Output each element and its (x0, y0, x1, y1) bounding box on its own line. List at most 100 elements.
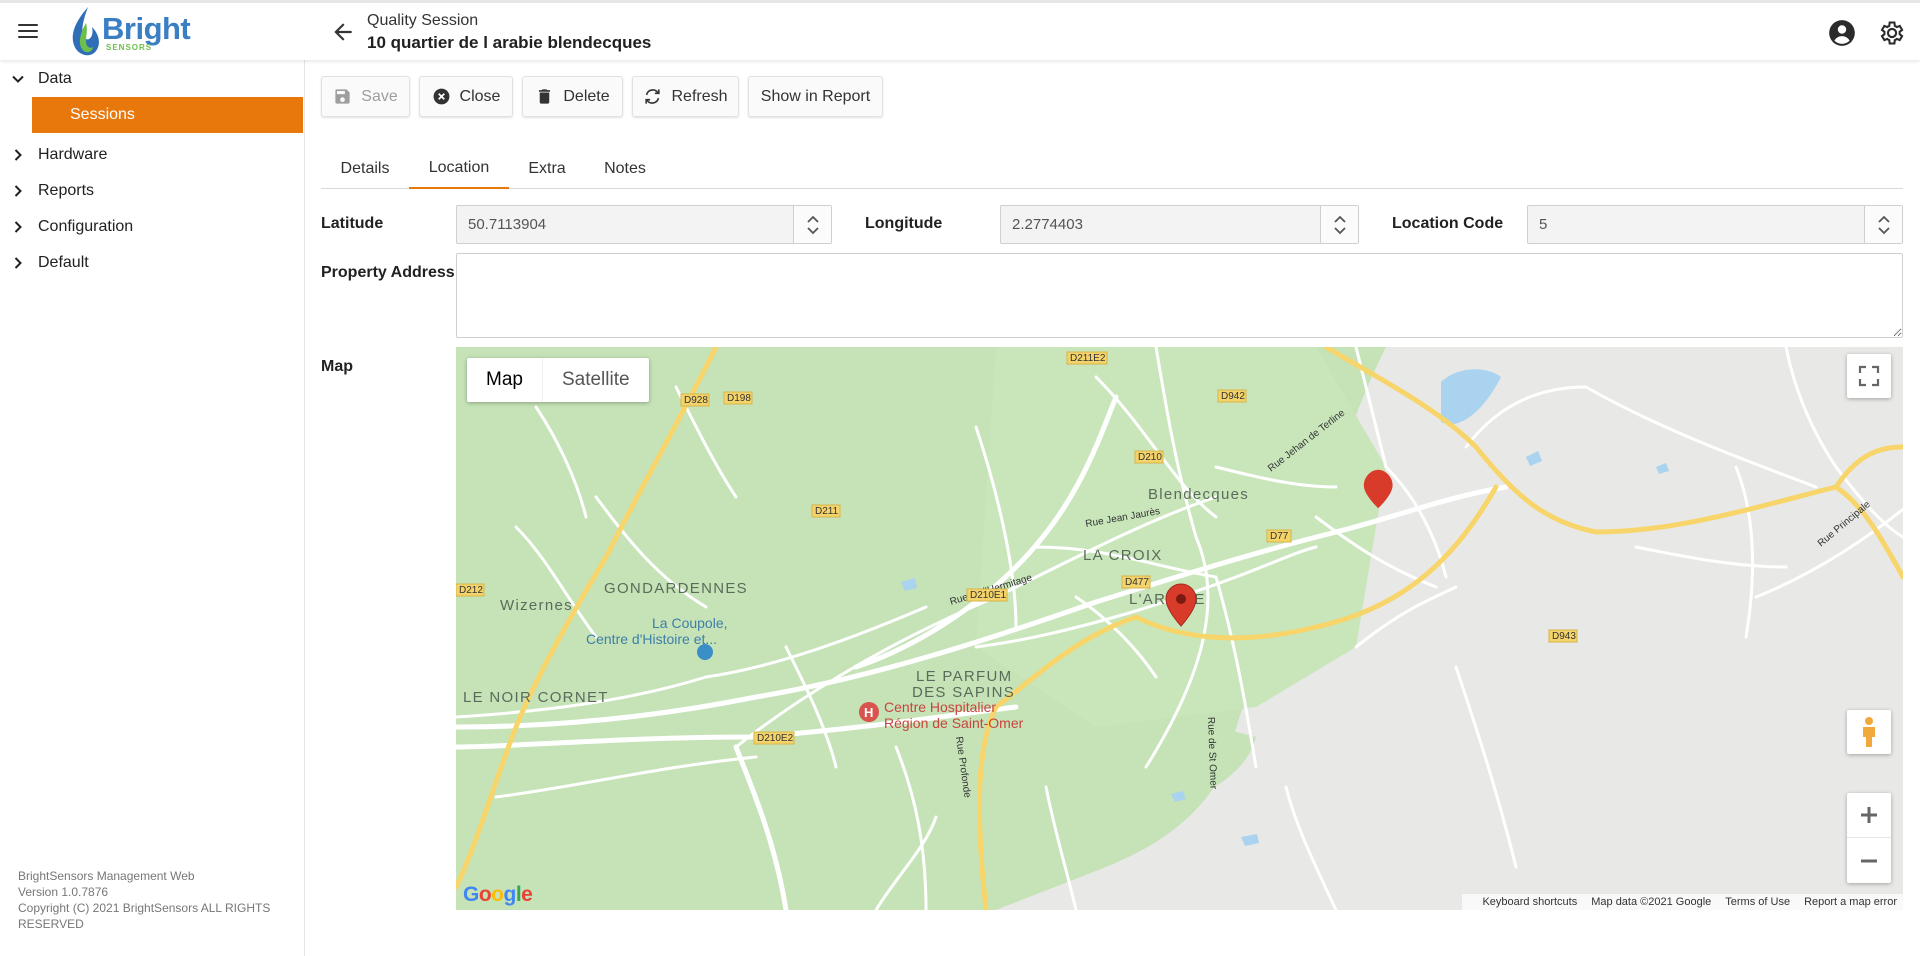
road-d943: D943 (1552, 631, 1576, 642)
road-d198: D198 (727, 393, 751, 404)
svg-text:La Coupole,: La Coupole, (652, 615, 728, 631)
longitude-stepper[interactable] (1320, 206, 1358, 243)
sidebar-item-sessions[interactable]: Sessions (32, 97, 303, 133)
road-d928: D928 (684, 395, 708, 406)
menu-icon[interactable] (16, 20, 40, 44)
road-d211: D211 (815, 506, 839, 517)
fullscreen-button[interactable] (1847, 354, 1891, 398)
tab-details[interactable]: Details (321, 148, 409, 189)
chevron-up-icon (1877, 215, 1890, 223)
page-title: 10 quartier de l arabie blendecques (367, 33, 652, 52)
sidebar-item-label: Reports (38, 182, 95, 199)
refresh-button[interactable]: Refresh (632, 76, 739, 117)
tab-location[interactable]: Location (409, 148, 509, 189)
chevron-up-icon (1333, 215, 1346, 223)
delete-label: Delete (563, 87, 610, 105)
latitude-label: Latitude (321, 215, 384, 232)
svg-text:Région de Saint-Omer: Région de Saint-Omer (884, 715, 1024, 731)
app-footer: BrightSensors Management Web Version 1.0… (18, 868, 298, 932)
svg-text:H: H (864, 705, 873, 720)
tab-extra[interactable]: Extra (509, 148, 585, 189)
map-type-satellite-button[interactable]: Satellite (543, 358, 649, 402)
trash-icon (539, 89, 551, 104)
road-d211e2: D211E2 (1070, 353, 1106, 364)
location-code-stepper[interactable] (1864, 206, 1902, 243)
brand-sub: SENSORS (106, 43, 153, 52)
place-wizernes: Wizernes (500, 597, 573, 614)
refresh-label: Refresh (671, 87, 728, 105)
keyboard-shortcuts-link[interactable]: Keyboard shortcuts (1482, 896, 1577, 908)
save-label: Save (361, 87, 398, 105)
gear-icon[interactable] (1877, 19, 1905, 47)
minus-icon (1861, 859, 1877, 862)
street-principale: Rue Principale (1816, 499, 1873, 550)
tab-bar: Details Location Extra Notes (321, 148, 1903, 189)
place-la-croix: LA CROIX (1083, 547, 1163, 564)
svg-text:Centre Hospitalier: Centre Hospitalier (884, 699, 996, 715)
map-view[interactable]: Blendecques LA CROIX L'ARABIE GONDARDENN… (456, 347, 1903, 910)
road-d477: D477 (1125, 577, 1149, 588)
session-kind: Quality Session (367, 12, 479, 29)
sidebar-item-reports[interactable]: Reports (0, 173, 305, 209)
chevron-right-icon (14, 221, 22, 233)
chevron-down-icon (1333, 226, 1346, 234)
place-blendecques: Blendecques (1148, 486, 1249, 503)
chevron-down-icon (806, 226, 819, 234)
chevron-right-icon (14, 185, 22, 197)
latitude-stepper[interactable] (793, 206, 831, 243)
property-address-label: Property Address (321, 264, 455, 281)
zoom-out-button[interactable] (1847, 838, 1891, 883)
property-address-input[interactable] (456, 253, 1903, 338)
sidebar-item-default[interactable]: Default (0, 245, 305, 281)
save-button[interactable]: Save (321, 76, 410, 117)
place-le-parfum: LE PARFUM (916, 668, 1012, 685)
map-pin-icon[interactable] (1165, 583, 1197, 627)
location-code-input[interactable] (1528, 206, 1858, 243)
map-label: Map (321, 358, 353, 375)
zoom-control (1847, 793, 1891, 883)
svg-text:Centre d'Histoire et...: Centre d'Histoire et... (586, 631, 717, 647)
app-version: Version 1.0.7876 (18, 885, 109, 899)
map-canvas[interactable]: Blendecques LA CROIX L'ARABIE GONDARDENN… (456, 347, 1903, 910)
app-name: BrightSensors Management Web (18, 869, 195, 883)
delete-button[interactable]: Delete (522, 76, 623, 117)
chevron-right-icon (14, 257, 22, 269)
close-circle-icon (433, 88, 449, 105)
save-icon (335, 89, 350, 104)
refresh-icon (645, 89, 661, 104)
zoom-in-button[interactable] (1847, 793, 1891, 838)
tab-notes[interactable]: Notes (585, 148, 665, 189)
chevron-right-icon (14, 149, 22, 161)
sidebar-item-configuration[interactable]: Configuration (0, 209, 305, 245)
road-d210e1: D210E1 (970, 590, 1007, 601)
longitude-label: Longitude (865, 215, 943, 232)
brand-name: Bright (102, 11, 191, 46)
top-bar: Bright SENSORS Quality Session 10 quarti… (0, 0, 1920, 60)
google-logo: Google (463, 883, 533, 906)
sidebar-item-data[interactable]: Data (0, 61, 305, 97)
report-error-link[interactable]: Report a map error (1804, 896, 1897, 908)
sidebar-item-label: Hardware (38, 146, 108, 163)
street-view-button[interactable] (1847, 710, 1891, 754)
longitude-input[interactable] (1001, 206, 1311, 243)
flame-icon (72, 7, 99, 56)
back-arrow-icon[interactable] (330, 19, 356, 45)
show-in-report-button[interactable]: Show in Report (748, 76, 883, 117)
close-button[interactable]: Close (419, 76, 513, 117)
location-code-label: Location Code (1392, 215, 1504, 232)
copyright: Copyright (C) 2021 BrightSensors ALL RIG… (18, 901, 271, 931)
location-code-field (1527, 205, 1903, 244)
show-in-report-label: Show in Report (760, 87, 871, 105)
terms-link[interactable]: Terms of Use (1725, 896, 1790, 908)
account-icon[interactable] (1828, 19, 1856, 47)
chevron-down-icon (1877, 226, 1890, 234)
sidebar: Data Sessions Hardware Reports Configura… (0, 60, 305, 956)
latitude-field (456, 205, 832, 244)
map-type-map-button[interactable]: Map (467, 358, 543, 402)
latitude-input[interactable] (457, 206, 787, 243)
chevron-up-icon (806, 215, 819, 223)
road-d942: D942 (1221, 391, 1245, 402)
map-attribution: Keyboard shortcuts Map data ©2021 Google… (1462, 894, 1903, 910)
place-le-noir-cornet: LE NOIR CORNET (463, 689, 609, 706)
sidebar-item-hardware[interactable]: Hardware (0, 137, 305, 173)
